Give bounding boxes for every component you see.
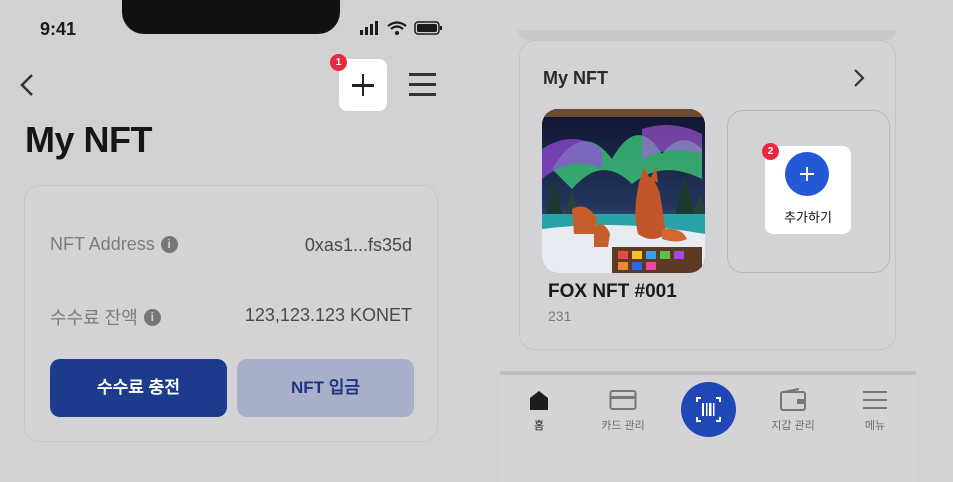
nft-deposit-button[interactable]: NFT 입금 <box>237 359 414 417</box>
previous-card-edge <box>518 30 896 40</box>
fee-balance-label: 수수료 잔액 i <box>50 304 161 330</box>
status-time: 9:41 <box>40 19 77 39</box>
tab-card-management[interactable]: 카드 관리 <box>588 387 658 433</box>
chevron-right-icon[interactable] <box>852 66 866 90</box>
fox-aurora-artwork <box>542 109 705 273</box>
tab-home[interactable]: 홈 <box>504 387 574 433</box>
right-screen: My NFT FOX NFT #001 231 추가하기 2 홈 카드 관리 지… <box>500 0 920 482</box>
nft-address-value: 0xas1...fs35d <box>304 235 412 255</box>
status-icons <box>360 21 442 35</box>
nft-thumbnail[interactable] <box>542 109 705 273</box>
device-notch <box>122 0 340 34</box>
add-nft-header-button[interactable] <box>339 59 387 111</box>
menu-icon <box>863 391 887 409</box>
card-icon <box>609 390 637 410</box>
page-title: My NFT <box>25 119 153 160</box>
add-nft-button[interactable] <box>785 152 829 196</box>
back-arrow-icon[interactable] <box>16 70 40 100</box>
fee-charge-button[interactable]: 수수료 충전 <box>50 359 227 417</box>
add-nft-label: 추가하기 <box>784 210 832 225</box>
section-title: My NFT <box>543 68 608 88</box>
home-icon <box>530 391 548 410</box>
signal-icon <box>360 30 363 35</box>
tab-wallet-management[interactable]: 지갑 관리 <box>758 387 828 433</box>
nft-name: FOX NFT #001 <box>548 281 677 302</box>
nft-count: 231 <box>548 308 572 324</box>
step-badge-2: 2 <box>762 143 779 160</box>
wallet-icon <box>780 388 806 411</box>
left-screen: 9:41 1 My NFT NFT Address i 0xas1...fs35… <box>0 0 460 482</box>
tab-menu[interactable]: 메뉴 <box>840 387 910 433</box>
fee-balance-value: 123,123.123 KONET <box>244 305 412 325</box>
barcode-scan-icon <box>696 397 721 422</box>
nft-address-label: NFT Address i <box>50 234 178 255</box>
scan-button[interactable] <box>681 382 736 437</box>
info-icon[interactable]: i <box>160 236 178 253</box>
info-icon[interactable]: i <box>143 308 161 326</box>
balance-card: NFT Address i 0xas1...fs35d 수수료 잔액 i 123… <box>24 185 438 442</box>
bottom-tab-bar: 홈 카드 관리 지갑 관리 메뉴 <box>500 371 916 482</box>
hamburger-menu-icon[interactable] <box>409 73 436 97</box>
step-badge-1: 1 <box>330 54 347 71</box>
